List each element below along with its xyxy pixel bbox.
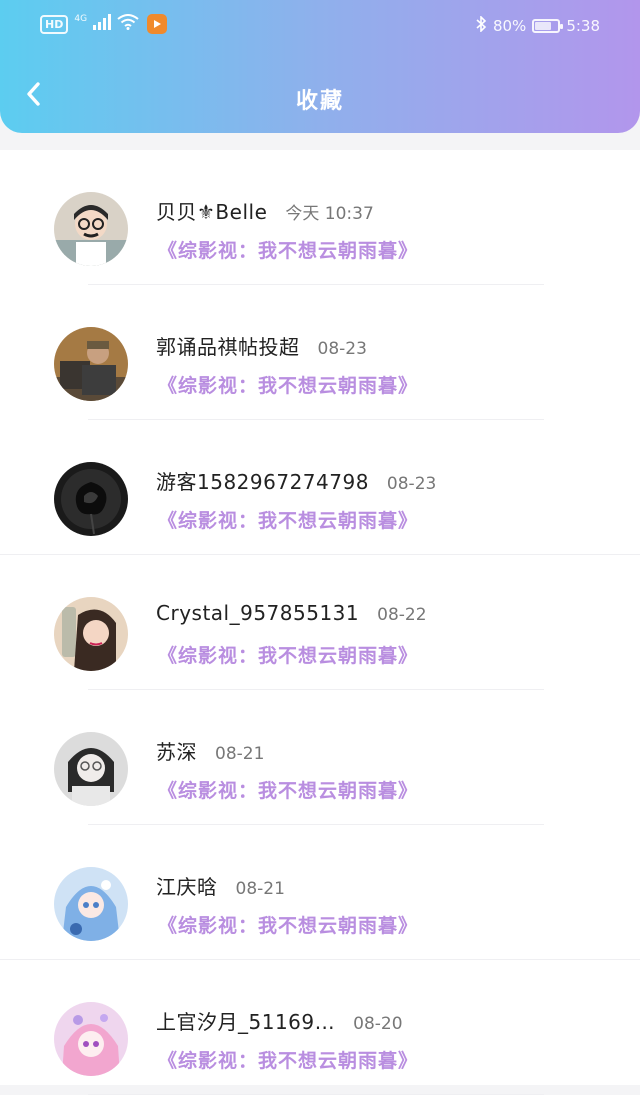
- list-item-3[interactable]: 游客1582967274798 08-23 《综影视：我不想云朝雨暮》: [0, 420, 640, 555]
- avatar-girl-selfie: [54, 597, 128, 671]
- favorites-list: 贝贝⚜Belle 今天 10:37 《综影视：我不想云朝雨暮》 郭诵品祺帖投超 …: [0, 150, 640, 1095]
- status-left: HD 4G: [40, 14, 168, 34]
- item-time: 08-23: [386, 474, 437, 494]
- avatar[interactable]: [54, 867, 128, 941]
- user-name[interactable]: 贝贝⚜Belle: [156, 196, 267, 225]
- list-item-6[interactable]: 江庆晗 08-21 《综影视：我不想云朝雨暮》: [0, 825, 640, 960]
- item-time: 08-21: [215, 744, 265, 764]
- avatar-man-car: [54, 327, 128, 401]
- app-notification-icon: [147, 14, 168, 34]
- user-name[interactable]: 游客1582967274798: [156, 466, 369, 495]
- item-source-link[interactable]: 《综影视：我不想云朝雨暮》: [158, 371, 418, 398]
- avatar-anime-blue: [54, 867, 128, 941]
- page-title: 收藏: [295, 89, 344, 114]
- avatar-black-rose: [54, 462, 128, 536]
- item-source-link[interactable]: 《综影视：我不想云朝雨暮》: [158, 641, 418, 668]
- user-name[interactable]: 江庆晗: [156, 871, 218, 900]
- user-name[interactable]: 苏深: [156, 736, 197, 765]
- item-header: 郭诵品祺帖投超 08-23: [156, 331, 367, 360]
- item-source-link[interactable]: 《综影视：我不想云朝雨暮》: [158, 911, 418, 938]
- item-time: 08-21: [235, 879, 285, 899]
- avatar[interactable]: [54, 192, 128, 266]
- user-name[interactable]: Crystal_957855131: [156, 601, 359, 625]
- item-source-link[interactable]: 《综影视：我不想云朝雨暮》: [158, 776, 418, 803]
- item-time: 08-20: [353, 1014, 403, 1034]
- item-source-link[interactable]: 《综影视：我不想云朝雨暮》: [158, 506, 418, 533]
- user-name[interactable]: 郭诵品祺帖投超: [156, 331, 300, 360]
- user-name[interactable]: 上官汐月_51169…: [156, 1006, 335, 1035]
- list-item-1[interactable]: 贝贝⚜Belle 今天 10:37 《综影视：我不想云朝雨暮》: [0, 150, 640, 285]
- item-source-link[interactable]: 《综影视：我不想云朝雨暮》: [158, 236, 418, 263]
- avatar[interactable]: [54, 1002, 128, 1076]
- item-time: 今天 10:37: [285, 204, 374, 224]
- battery-level: [535, 22, 552, 30]
- item-time: 08-22: [377, 605, 427, 625]
- avatar-anime-pink: [54, 1002, 128, 1076]
- status-bar: HD 4G 80% 5:38: [0, 0, 640, 54]
- avatar-girl-glasses: [54, 192, 128, 266]
- list-item-7[interactable]: 上官汐月_51169… 08-20 《综影视：我不想云朝雨暮》: [0, 960, 640, 1095]
- list-item-2[interactable]: 郭诵品祺帖投超 08-23 《综影视：我不想云朝雨暮》: [0, 285, 640, 420]
- status-right: 80% 5:38: [475, 15, 600, 36]
- hd-badge: HD: [40, 14, 69, 34]
- avatar[interactable]: [54, 327, 128, 401]
- avatar[interactable]: [54, 597, 128, 671]
- item-header: 苏深 08-21: [156, 736, 264, 765]
- battery-percent: 80%: [492, 17, 527, 35]
- avatar[interactable]: [54, 732, 128, 806]
- list-item-5[interactable]: 苏深 08-21 《综影视：我不想云朝雨暮》: [0, 690, 640, 825]
- item-header: 游客1582967274798 08-23: [156, 466, 436, 495]
- status-time: 5:38: [566, 17, 600, 35]
- signal-icon: [93, 14, 112, 34]
- avatar[interactable]: [54, 462, 128, 536]
- bluetooth-icon: [475, 15, 487, 36]
- item-source-link[interactable]: 《综影视：我不想云朝雨暮》: [158, 1046, 418, 1073]
- item-header: 贝贝⚜Belle 今天 10:37: [156, 196, 374, 225]
- list-item-4[interactable]: Crystal_957855131 08-22 《综影视：我不想云朝雨暮》: [0, 555, 640, 690]
- item-time: 08-23: [317, 339, 367, 359]
- wifi-icon: [117, 14, 139, 34]
- header: HD 4G 80% 5:38 收藏: [0, 0, 640, 133]
- item-header: Crystal_957855131 08-22: [156, 601, 427, 625]
- avatar-girl-bw: [54, 732, 128, 806]
- battery-icon: [532, 19, 564, 33]
- favorites-list-container: 贝贝⚜Belle 今天 10:37 《综影视：我不想云朝雨暮》 郭诵品祺帖投超 …: [0, 150, 640, 1095]
- item-header: 上官汐月_51169… 08-20: [156, 1006, 403, 1035]
- nav-bar: 收藏: [0, 54, 640, 134]
- network-label: 4G: [74, 14, 88, 24]
- item-header: 江庆晗 08-21: [156, 871, 285, 900]
